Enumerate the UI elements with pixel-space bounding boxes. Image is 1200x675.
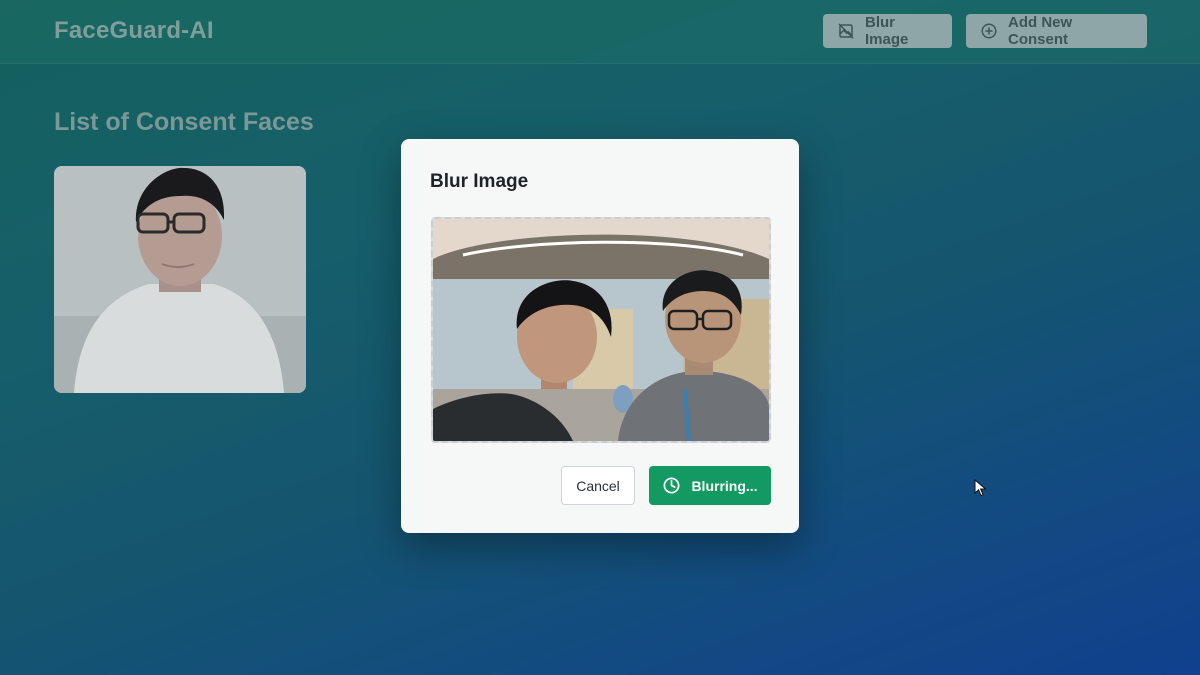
cancel-label: Cancel bbox=[576, 477, 620, 494]
blurring-label: Blurring... bbox=[691, 477, 758, 494]
cancel-button[interactable]: Cancel bbox=[561, 466, 635, 505]
consent-face-card[interactable] bbox=[54, 166, 306, 393]
dialog-title: Blur Image bbox=[430, 171, 529, 192]
blur-image-button[interactable]: Blur Image bbox=[823, 14, 952, 48]
spinner-clock-icon bbox=[663, 477, 680, 494]
page-title: List of Consent Faces bbox=[54, 108, 314, 136]
image-off-icon bbox=[838, 23, 854, 39]
selfie-photo bbox=[433, 219, 769, 441]
plus-circle-icon bbox=[981, 23, 997, 39]
add-new-consent-label: Add New Consent bbox=[1008, 14, 1073, 48]
person-photo bbox=[54, 166, 306, 393]
mouse-pointer-icon bbox=[974, 479, 987, 497]
app-title: FaceGuard-AI bbox=[54, 17, 214, 44]
uploaded-photo-dropzone[interactable] bbox=[431, 217, 771, 443]
blur-image-label: Blur Image bbox=[865, 14, 909, 48]
top-navbar: FaceGuard-AI Blur Image Add New Consent bbox=[0, 0, 1200, 64]
add-new-consent-button[interactable]: Add New Consent bbox=[966, 14, 1147, 48]
blurring-submit-button[interactable]: Blurring... bbox=[649, 466, 771, 505]
